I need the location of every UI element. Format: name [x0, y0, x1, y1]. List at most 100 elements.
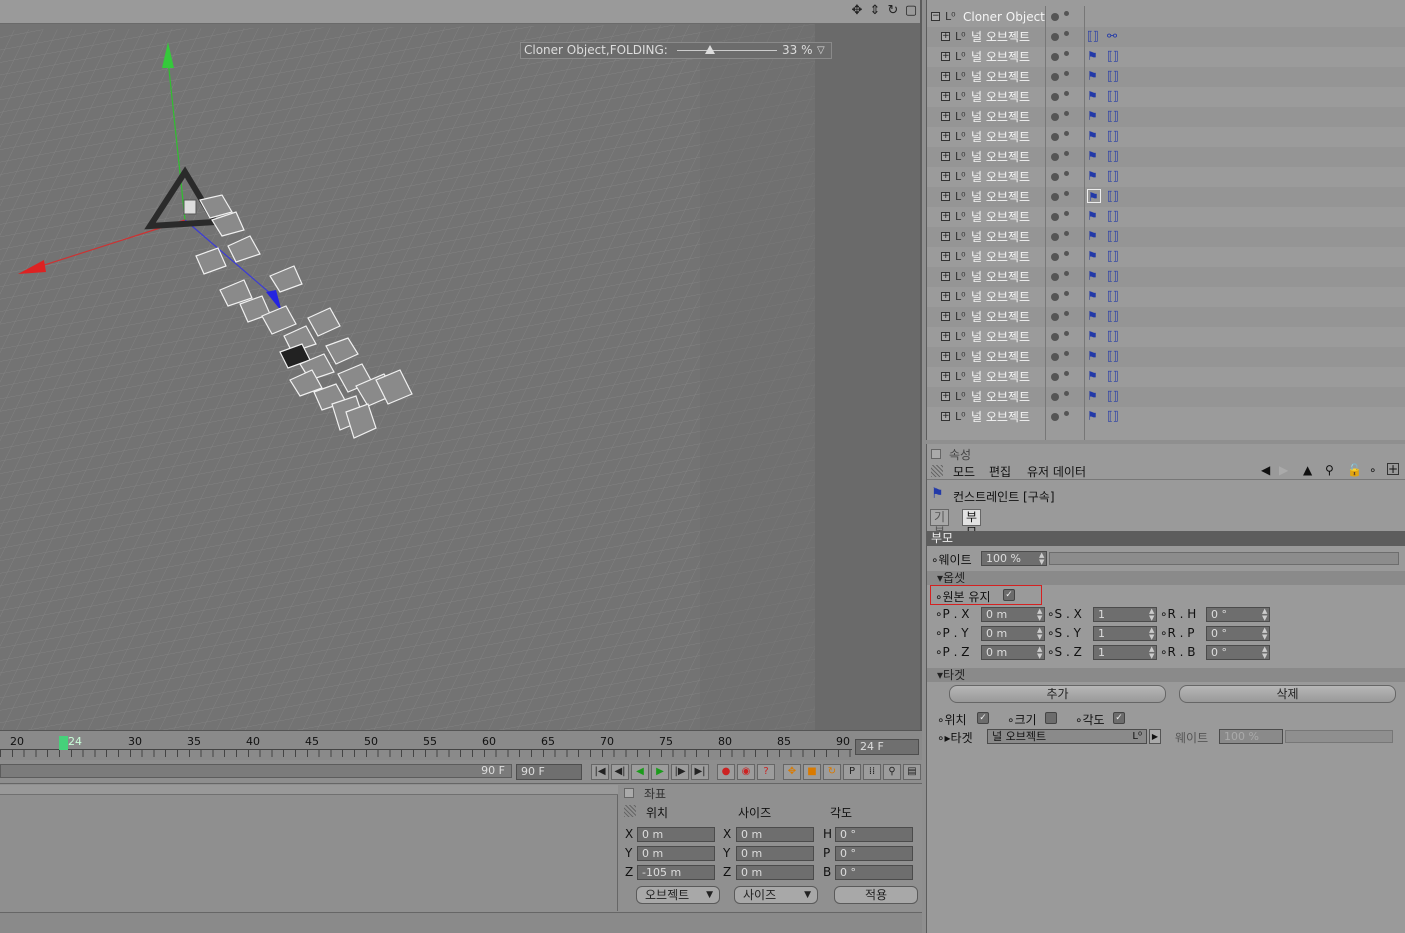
hud-slider-widget[interactable]: Cloner Object,FOLDING: 33 % ▽	[520, 42, 832, 59]
offset-s-field[interactable]: 1 ▲ ▼	[1093, 645, 1157, 660]
viewport-scene[interactable]	[0, 0, 922, 730]
pos-field[interactable]: 0 m	[637, 846, 715, 861]
render-visibility-icon[interactable]	[1064, 71, 1069, 76]
constraint-tag-icon[interactable]: ⚑	[1087, 249, 1101, 263]
cloner-link-tag-icon[interactable]: ⟦⟧	[1107, 249, 1121, 263]
size-checkbox[interactable]	[1045, 712, 1057, 724]
render-visibility-icon[interactable]	[1064, 291, 1069, 296]
target-header[interactable]: ▾타겟	[927, 668, 1405, 682]
expand-icon[interactable]: +	[941, 72, 950, 81]
editor-visibility-icon[interactable]	[1051, 73, 1059, 81]
offset-r-field[interactable]: 0 ° ▲ ▼	[1206, 626, 1270, 641]
coords-mode-dropdown[interactable]: 오브젝트 ▼	[636, 886, 720, 904]
constraint-tag-icon[interactable]: ⚑	[1087, 409, 1101, 423]
cloner-link-tag-icon[interactable]: ⟦⟧	[1107, 329, 1121, 343]
cloner-link-tag-icon[interactable]: ⟦⟧	[1107, 369, 1121, 383]
offset-s-field[interactable]: 1 ▲ ▼	[1093, 607, 1157, 622]
null-object-row[interactable]: + L⁰ 널 오브젝트 ⚑ ⟦⟧	[927, 167, 1405, 187]
expand-icon[interactable]: +	[941, 212, 950, 221]
constraint-tag-icon[interactable]: ⚑	[1087, 129, 1101, 143]
expand-icon[interactable]: +	[941, 232, 950, 241]
render-visibility-icon[interactable]	[1064, 251, 1069, 256]
null-object-row[interactable]: + L⁰ 널 오브젝트 ⚑ ⟦⟧	[927, 107, 1405, 127]
anim-dot-icon[interactable]: ∘	[935, 645, 943, 659]
key-layout-icon[interactable]: ▤	[903, 764, 921, 780]
editor-visibility-icon[interactable]	[1051, 353, 1059, 361]
null-object-row[interactable]: + L⁰ 널 오브젝트 ⚑ ⟦⟧	[927, 67, 1405, 87]
autokey-icon[interactable]: ◉	[737, 764, 755, 780]
rot-field[interactable]: 0 °	[835, 865, 913, 880]
delete-target-button[interactable]: 삭제	[1179, 685, 1396, 703]
spinner-icon[interactable]: ▲ ▼	[1149, 608, 1155, 622]
pos-checkbox[interactable]: ✓	[977, 712, 989, 724]
expand-icon[interactable]: +	[941, 272, 950, 281]
spinner-icon[interactable]: ▲ ▼	[1149, 627, 1155, 641]
record-icon[interactable]: ●	[717, 764, 735, 780]
render-visibility-icon[interactable]	[1064, 231, 1069, 236]
timeline-ruler[interactable]	[0, 749, 852, 757]
constraint-tag-icon[interactable]: ⚑	[1087, 269, 1101, 283]
pan-view-icon[interactable]: ⇕	[868, 3, 882, 19]
go-to-end-icon[interactable]: ▶|	[691, 764, 709, 780]
constraint-tag-icon[interactable]: ⚑	[1087, 69, 1101, 83]
cloner-link-tag-icon[interactable]: ⟦⟧	[1107, 89, 1121, 103]
move-view-icon[interactable]: ✥	[850, 3, 864, 19]
offset-p-field[interactable]: 0 m ▲ ▼	[981, 626, 1045, 641]
expand-icon[interactable]: −	[931, 12, 940, 21]
offset-p-field[interactable]: 0 m ▲ ▼	[981, 645, 1045, 660]
anim-dot-icon[interactable]: ∘	[935, 607, 943, 621]
cloner-object-row[interactable]: − L⁰ Cloner Object	[927, 7, 1405, 27]
weight-slider[interactable]	[1049, 552, 1399, 565]
null-object-row[interactable]: + L⁰ 널 오브젝트 ⚑ ⟦⟧	[927, 227, 1405, 247]
expand-icon[interactable]: +	[941, 132, 950, 141]
3d-viewport[interactable]: ✥ ⇕ ↻ ▢ Cloner Object,FOLDING: 33 % ▽	[0, 0, 922, 730]
add-target-button[interactable]: 추가	[949, 685, 1166, 703]
link-tag-icon[interactable]: ⚯	[1107, 29, 1121, 43]
panel-handle-icon[interactable]	[624, 788, 634, 798]
frame-range-slider[interactable]: 90 F	[0, 764, 512, 778]
editor-visibility-icon[interactable]	[1051, 133, 1059, 141]
spinner-icon[interactable]: ▲ ▼	[1149, 646, 1155, 660]
go-to-start-icon[interactable]: |◀	[591, 764, 609, 780]
lock-icon[interactable]: 🔓	[1347, 463, 1362, 477]
expand-icon[interactable]: +	[941, 172, 950, 181]
menu-user-data[interactable]: 유저 데이터	[1027, 463, 1086, 480]
null-object-row[interactable]: + L⁰ 널 오브젝트 ⚑ ⟦⟧	[927, 207, 1405, 227]
cloner-link-tag-icon[interactable]: ⟦⟧	[1107, 109, 1121, 123]
render-visibility-icon[interactable]	[1064, 51, 1069, 56]
expand-icon[interactable]: +	[941, 32, 950, 41]
null-object-row[interactable]: + L⁰ 널 오브젝트 ⚑ ⟦⟧	[927, 147, 1405, 167]
editor-visibility-icon[interactable]	[1051, 253, 1059, 261]
pos-field[interactable]: -105 m	[637, 865, 715, 880]
cloner-link-tag-icon[interactable]: ⟦⟧	[1107, 289, 1121, 303]
expand-icon[interactable]: +	[941, 192, 950, 201]
anim-dot-icon[interactable]: ∘	[1047, 607, 1055, 621]
cloner-link-tag-icon[interactable]: ⟦⟧	[1107, 309, 1121, 323]
expand-icon[interactable]: +	[941, 332, 950, 341]
object-manager[interactable]: − L⁰ Cloner Object + L⁰ 널 오브젝트 ⟦⟧ ⚯ + L⁰ 널 오브젝트 ⚑ ⟦⟧…	[926, 0, 1405, 440]
constraint-tag-icon[interactable]: ⚑	[1087, 369, 1101, 383]
editor-visibility-icon[interactable]	[1051, 313, 1059, 321]
key-link-icon[interactable]: ⚲	[883, 764, 901, 780]
cloner-link-tag-icon[interactable]: ⟦⟧	[1087, 29, 1101, 43]
cloner-link-tag-icon[interactable]: ⟦⟧	[1107, 129, 1121, 143]
cloner-link-tag-icon[interactable]: ⟦⟧	[1107, 209, 1121, 223]
expand-icon[interactable]: +	[941, 52, 950, 61]
render-visibility-icon[interactable]	[1064, 11, 1069, 16]
render-visibility-icon[interactable]	[1064, 411, 1069, 416]
null-object-row[interactable]: + L⁰ 널 오브젝트 ⚑ ⟦⟧	[927, 267, 1405, 287]
editor-visibility-icon[interactable]	[1051, 173, 1059, 181]
cloner-link-tag-icon[interactable]: ⟦⟧	[1107, 269, 1121, 283]
target-link-arrow-icon[interactable]: ▶	[1149, 729, 1161, 744]
null-object-row[interactable]: + L⁰ 널 오브젝트 ⟦⟧ ⚯	[927, 27, 1405, 47]
constraint-tag-icon[interactable]: ⚑	[1087, 189, 1101, 204]
editor-visibility-icon[interactable]	[1051, 293, 1059, 301]
keyframe-help-icon[interactable]: ?	[757, 764, 775, 780]
expand-icon[interactable]: +	[941, 412, 950, 421]
play-backward-icon[interactable]: ◀	[631, 764, 649, 780]
editor-visibility-icon[interactable]	[1051, 233, 1059, 241]
size-field[interactable]: 0 m	[736, 865, 814, 880]
chevron-down-icon[interactable]: ▽	[817, 43, 825, 58]
grip-icon[interactable]	[624, 805, 636, 817]
null-object-row[interactable]: + L⁰ 널 오브젝트 ⚑ ⟦⟧	[927, 327, 1405, 347]
